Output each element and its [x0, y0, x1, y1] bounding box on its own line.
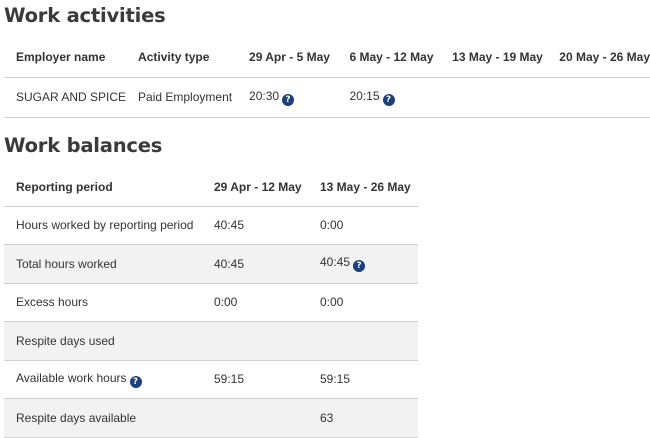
work-balances-table: Reporting period 29 Apr - 12 May 13 May … — [4, 168, 418, 438]
column-header-employer-name: Employer name — [4, 38, 127, 78]
column-header-week-4: 20 May - 26 May — [547, 38, 650, 78]
row-label: Total hours worked — [4, 244, 202, 284]
table-row: Hours worked by reporting period 40:45 0… — [4, 206, 418, 245]
period-2-value: 63 — [308, 398, 418, 438]
period-2-value: 0:00 — [308, 206, 418, 245]
period-1-value: 40:45 — [202, 244, 308, 284]
period-2-value — [308, 321, 418, 361]
row-label-cell: Available work hours? — [4, 360, 202, 399]
period-2-value: 59:15 — [308, 360, 418, 399]
week-2-hours-cell: 20:15? — [337, 77, 441, 118]
week-3-hours-cell — [440, 77, 548, 118]
row-label: Hours worked by reporting period — [4, 206, 202, 245]
week-1-hours-value: 20:30 — [249, 88, 280, 103]
period-1-value: 59:15 — [202, 360, 308, 399]
column-header-week-2: 6 May - 12 May — [337, 38, 441, 78]
table-row: Total hours worked 40:45 40:45? — [4, 244, 418, 284]
row-label: Excess hours — [4, 283, 202, 322]
activity-type-cell: Paid Employment — [126, 77, 238, 118]
period-2-value: 0:00 — [308, 283, 418, 322]
work-balances-heading: Work balances — [4, 134, 163, 157]
table-header-row: Employer name Activity type 29 Apr - 5 M… — [4, 38, 650, 78]
column-header-period-1: 29 Apr - 12 May — [202, 168, 308, 207]
column-header-activity-type: Activity type — [126, 38, 238, 78]
help-icon[interactable]: ? — [353, 260, 366, 273]
table-header-row: Reporting period 29 Apr - 12 May 13 May … — [4, 168, 418, 207]
period-2-cell: 40:45? — [308, 244, 418, 284]
table-row: SUGAR AND SPICE Paid Employment 20:30? 2… — [4, 77, 650, 118]
period-1-value — [202, 321, 308, 361]
column-header-week-1: 29 Apr - 5 May — [237, 38, 338, 78]
table-row: Respite days available 63 — [4, 398, 418, 438]
column-header-reporting-period: Reporting period — [4, 168, 202, 207]
help-icon[interactable]: ? — [129, 375, 142, 388]
help-icon[interactable]: ? — [282, 93, 295, 106]
employer-name-cell: SUGAR AND SPICE — [4, 77, 127, 118]
table-row: Excess hours 0:00 0:00 — [4, 283, 418, 322]
period-1-value: 40:45 — [202, 206, 308, 245]
column-header-week-3: 13 May - 19 May — [440, 38, 548, 78]
week-2-hours-value: 20:15 — [349, 88, 380, 103]
row-label: Respite days used — [4, 321, 202, 361]
period-1-value — [202, 398, 308, 438]
work-activities-heading: Work activities — [4, 4, 166, 27]
week-1-hours-cell: 20:30? — [237, 77, 338, 118]
help-icon[interactable]: ? — [382, 93, 395, 106]
row-label: Respite days available — [4, 398, 202, 438]
column-header-period-2: 13 May - 26 May — [308, 168, 418, 207]
week-4-hours-cell — [547, 77, 650, 118]
period-1-value: 0:00 — [202, 283, 308, 322]
period-2-value: 40:45 — [320, 255, 351, 270]
table-row: Available work hours? 59:15 59:15 — [4, 360, 418, 399]
work-activities-table: Employer name Activity type 29 Apr - 5 M… — [4, 38, 650, 118]
table-row: Respite days used — [4, 321, 418, 361]
row-label: Available work hours — [16, 370, 127, 385]
